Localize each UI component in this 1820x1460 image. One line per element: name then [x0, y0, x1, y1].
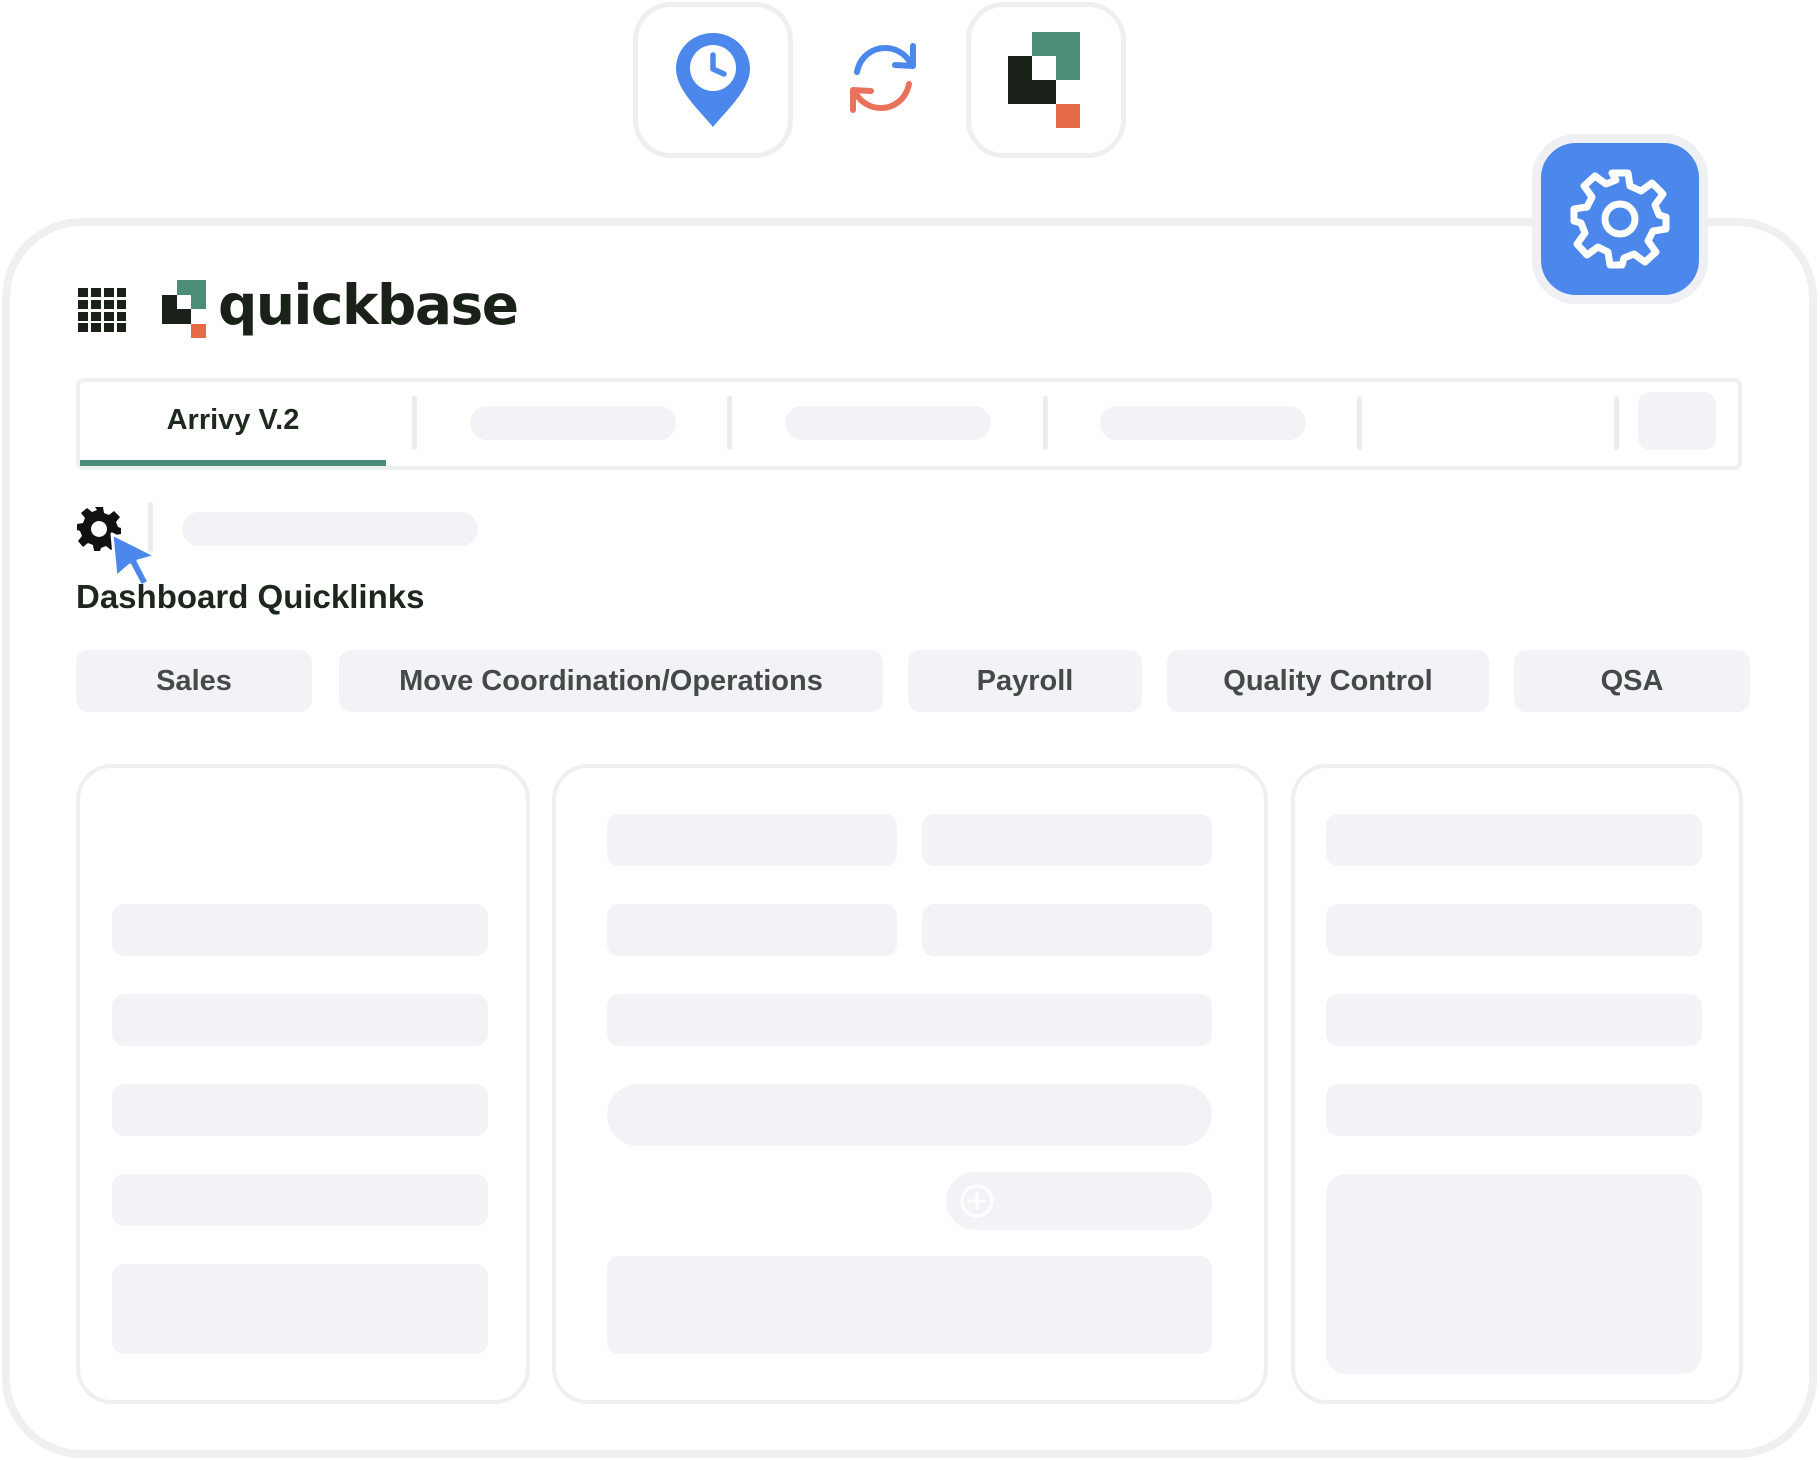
list-item[interactable] [1326, 814, 1702, 866]
quicklink-move-coordination[interactable]: Move Coordination/Operations [339, 650, 883, 712]
form-field[interactable] [607, 994, 1212, 1046]
form-field[interactable] [922, 904, 1212, 956]
tab-divider [1614, 396, 1619, 450]
list-item[interactable] [112, 1264, 488, 1354]
section-title: Dashboard Quicklinks [76, 578, 425, 615]
quickbase-logo-icon [162, 280, 208, 338]
quicklink-sales[interactable]: Sales [76, 650, 312, 712]
sync-arrows-icon [843, 38, 923, 118]
tab-divider [412, 396, 417, 450]
list-item[interactable] [112, 1174, 488, 1226]
content-block[interactable] [1326, 1174, 1702, 1374]
list-item[interactable] [1326, 1084, 1702, 1136]
quicklink-payroll[interactable]: Payroll [908, 650, 1142, 712]
tab-placeholder[interactable] [785, 406, 991, 440]
list-item[interactable] [112, 1084, 488, 1136]
tab-divider [1357, 396, 1362, 450]
text-area[interactable] [607, 1256, 1212, 1354]
list-item[interactable] [112, 904, 488, 956]
quicklink-qsa[interactable]: QSA [1514, 650, 1750, 712]
tab-placeholder[interactable] [470, 406, 676, 440]
tab-arrivy-v2[interactable]: Arrivy V.2 [80, 386, 386, 454]
quicklink-quality-control[interactable]: Quality Control [1167, 650, 1489, 712]
form-field[interactable] [607, 904, 897, 956]
app-grid-icon[interactable] [78, 288, 126, 332]
location-clock-pin-icon [676, 33, 750, 127]
quickbase-app-tile [966, 2, 1126, 158]
form-field[interactable] [922, 814, 1212, 866]
arrivy-app-tile [633, 2, 793, 158]
active-tab-indicator [80, 460, 386, 466]
list-item[interactable] [112, 994, 488, 1046]
settings-button[interactable] [1532, 134, 1708, 304]
toolbar-placeholder[interactable] [182, 512, 478, 546]
brand-name: quickbase [218, 273, 519, 337]
quickbase-logo-icon [1008, 32, 1080, 128]
form-field[interactable] [607, 814, 897, 866]
plus-circle-icon [959, 1183, 995, 1219]
tab-placeholder[interactable] [1100, 406, 1306, 440]
toolbar-divider [148, 502, 153, 552]
search-field[interactable] [607, 1084, 1212, 1146]
gear-icon [1570, 169, 1670, 269]
list-item[interactable] [1326, 994, 1702, 1046]
tab-divider [1043, 396, 1048, 450]
list-item[interactable] [1326, 904, 1702, 956]
tab-more-button[interactable] [1638, 392, 1716, 450]
tab-divider [727, 396, 732, 450]
